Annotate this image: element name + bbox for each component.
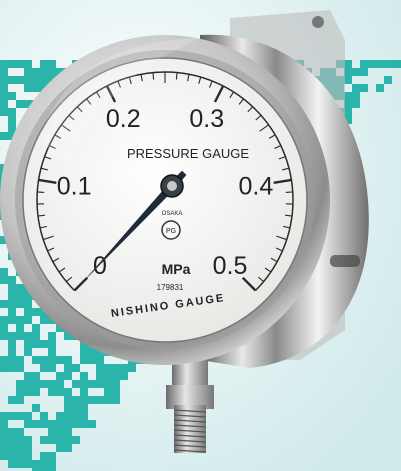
scale-label: 0.4 bbox=[238, 173, 273, 201]
svg-text:PG: PG bbox=[166, 228, 176, 235]
scale-label: 0.2 bbox=[106, 105, 141, 133]
scale-label: 0.3 bbox=[189, 105, 224, 133]
dial-unit: MPa bbox=[162, 261, 191, 277]
dial-city: OSAKA bbox=[162, 211, 183, 217]
dial-serial: 179831 bbox=[157, 283, 184, 292]
scale-tick bbox=[152, 72, 155, 80]
scale-label: 0.5 bbox=[213, 252, 248, 280]
scale-label: 0 bbox=[93, 252, 107, 280]
scale-label: 0.1 bbox=[57, 173, 92, 201]
scale-tick bbox=[175, 72, 178, 80]
dial-label: PRESSURE GAUGE bbox=[127, 146, 249, 161]
gauge-photo: 0 0.1 0.2 0.3 0.4 0.5 PRESSURE GAUGE OSAKA PG… bbox=[0, 0, 401, 471]
flange-hole bbox=[312, 16, 324, 28]
case-screw bbox=[330, 255, 360, 267]
